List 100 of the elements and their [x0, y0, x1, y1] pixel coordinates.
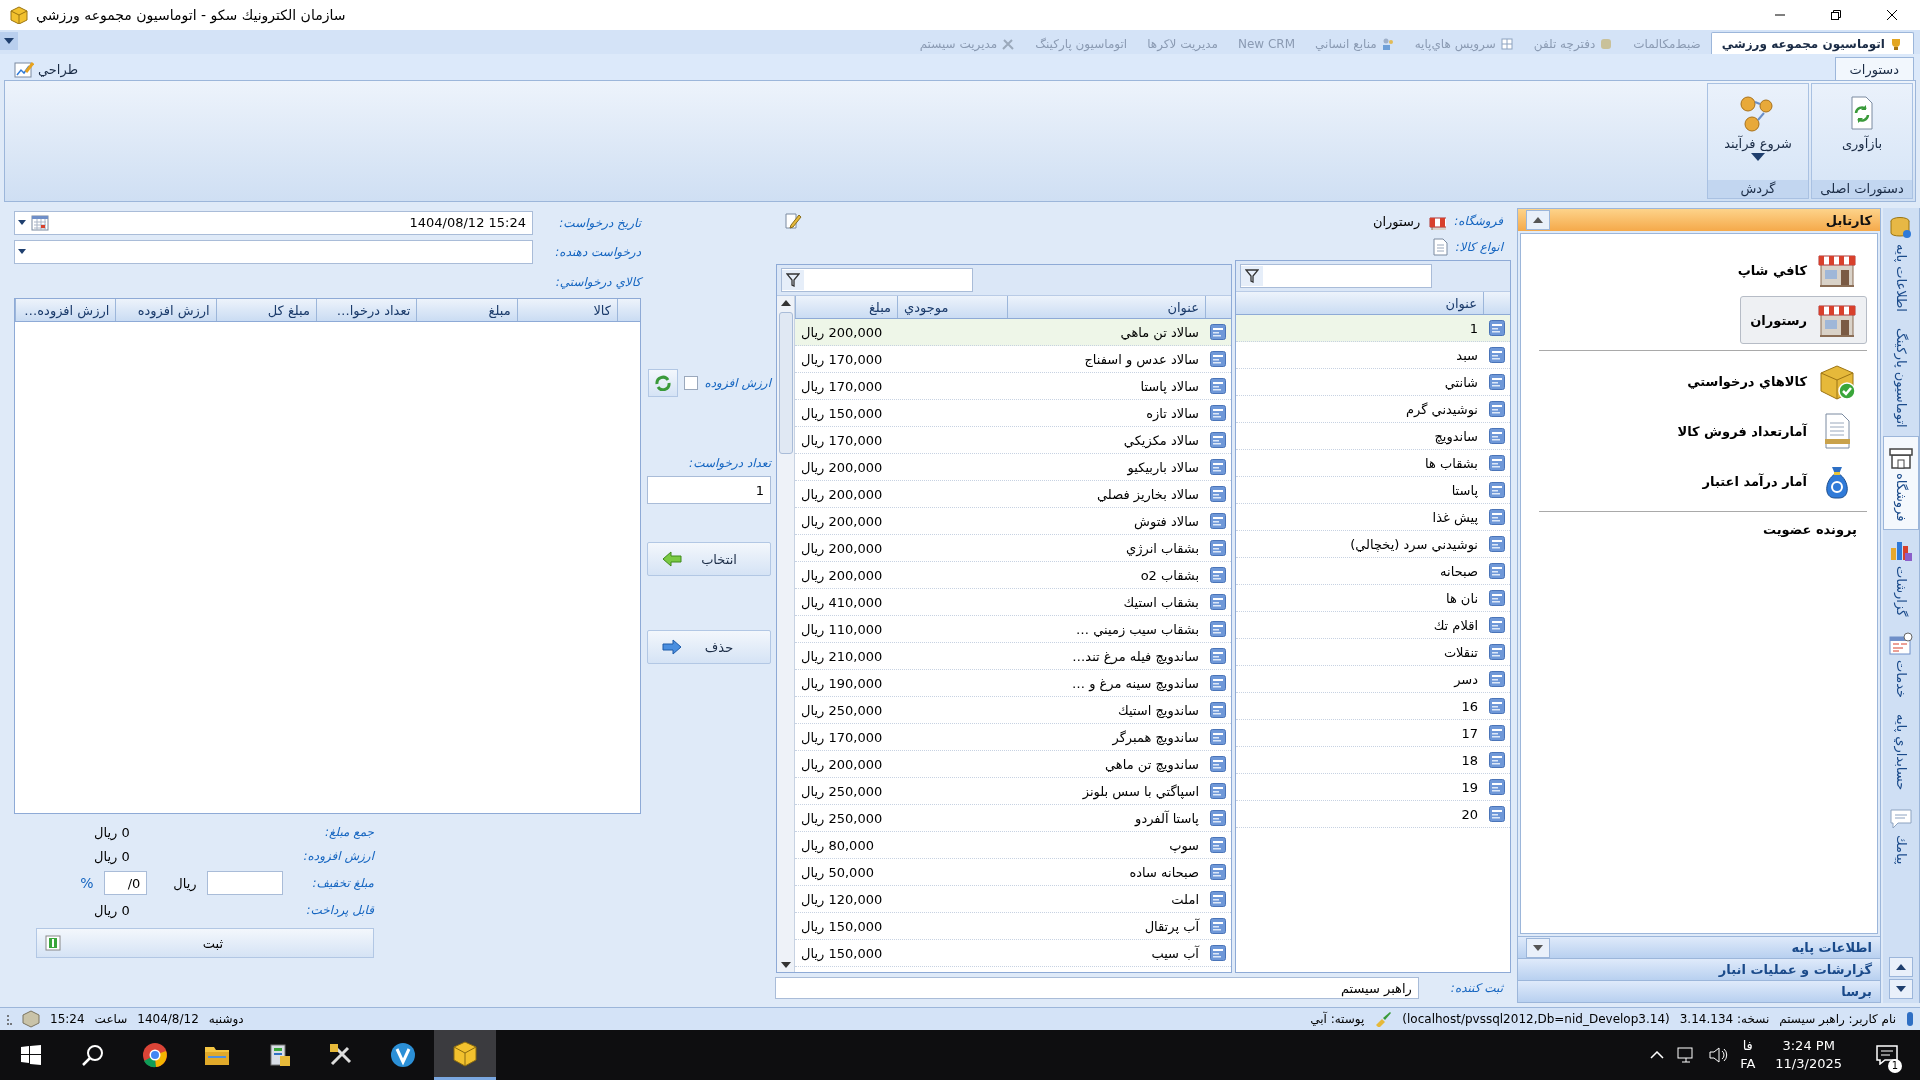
list-row[interactable]: پيش غذا: [1236, 504, 1510, 531]
list-row[interactable]: سالاد عدس و اسفناج 170,000 ريال: [795, 346, 1231, 373]
discount-field[interactable]: [206, 871, 283, 895]
select-button[interactable]: انتخاب: [647, 542, 771, 576]
edit-icon[interactable]: [784, 212, 802, 230]
language-indicator[interactable]: FA: [1740, 1055, 1756, 1073]
list-row[interactable]: 16: [1236, 693, 1510, 720]
list-row[interactable]: نان ها: [1236, 585, 1510, 612]
list-row[interactable]: آب پرتقال 150,000 ريال: [795, 913, 1231, 940]
list-row[interactable]: ساندويچ: [1236, 423, 1510, 450]
list-row[interactable]: دسر: [1236, 666, 1510, 693]
column-header[interactable]: مبلغ كل: [215, 299, 316, 321]
sidebar-item[interactable]: رستوران: [1740, 296, 1867, 344]
list-row[interactable]: پاستا: [1236, 477, 1510, 504]
column-header[interactable]: مبلغ: [416, 299, 517, 321]
submit-button[interactable]: ثبت: [36, 928, 374, 958]
list-row[interactable]: سالاد مكزيكي 170,000 ريال: [795, 427, 1231, 454]
input-method[interactable]: فا: [1742, 1037, 1753, 1055]
chevron-up-icon[interactable]: [1650, 1051, 1665, 1059]
checkbox[interactable]: [684, 376, 699, 390]
column-header[interactable]: عنوان: [1006, 296, 1205, 318]
list-row[interactable]: سالاد پاستا 170,000 ريال: [795, 373, 1231, 400]
list-row[interactable]: آب سيب 150,000 ريال: [795, 940, 1231, 967]
list-row[interactable]: تنقلات: [1236, 639, 1510, 666]
scrollbar[interactable]: [777, 296, 795, 972]
list-row[interactable]: اقلام تك: [1236, 612, 1510, 639]
expand-button[interactable]: [1526, 937, 1550, 958]
browser-icon[interactable]: [142, 1042, 168, 1068]
registrar-field[interactable]: راهبر سيستم: [775, 977, 1419, 999]
percent-field[interactable]: 0/: [103, 871, 148, 895]
count-field[interactable]: 1: [647, 476, 771, 504]
dropdown-icon[interactable]: [4, 38, 14, 44]
close-icon[interactable]: [1886, 9, 1898, 21]
list-row[interactable]: سوپ 80,000 ريال: [795, 832, 1231, 859]
ribbon-tab[interactable]: اتوماسيون مجموعه ورزشي: [1710, 32, 1914, 54]
sidebar-item[interactable]: آمارتعداد فروش كالا: [1667, 407, 1867, 455]
scroll-down-button[interactable]: [1889, 979, 1913, 999]
list-row[interactable]: بشقاب o2 200,000 ريال: [795, 562, 1231, 589]
list-row[interactable]: ساندويچ تن ماهي 200,000 ريال: [795, 751, 1231, 778]
volume-icon[interactable]: [1708, 1046, 1729, 1064]
tools-icon[interactable]: [328, 1042, 354, 1068]
delete-button[interactable]: حذف: [647, 630, 771, 664]
scrollbar-thumb[interactable]: [778, 312, 793, 454]
vertical-tab[interactable]: فروشگاه: [1883, 435, 1919, 531]
column-header[interactable]: موجودي: [897, 296, 1007, 318]
vertical-tab[interactable]: اتوماسيون پاركينگ: [1883, 320, 1919, 436]
list-row[interactable]: پاستا آلفردو 250,000 ريال: [795, 805, 1231, 832]
list-row[interactable]: شانتي: [1236, 369, 1510, 396]
list-row[interactable]: اسپاگتي با سس بلونز 250,000 ريال: [795, 778, 1231, 805]
list-row[interactable]: ساندويچ استيك 250,000 ريال: [795, 697, 1231, 724]
vertical-tab[interactable]: گزارشات: [1883, 530, 1919, 625]
ribbon-button[interactable]: بازآوری: [1820, 92, 1904, 153]
list-row[interactable]: 17: [1236, 720, 1510, 747]
date-field[interactable]: 1404/08/12 15:24: [14, 210, 533, 235]
list-row[interactable]: نوشيدني سرد (يخچالي): [1236, 531, 1510, 558]
sidebar-item[interactable]: پرونده عضويت: [1752, 518, 1867, 541]
column-header[interactable]: تعداد درخوا…: [316, 299, 417, 321]
cube-app-icon[interactable]: [452, 1040, 478, 1067]
column-header[interactable]: ارزش افزوده: [115, 299, 216, 321]
ribbon-subtab[interactable]: دستورات: [1834, 57, 1914, 80]
list-row[interactable]: سبد: [1236, 342, 1510, 369]
vertical-tab[interactable]: اطلاعات پايه: [1883, 208, 1919, 320]
list-row[interactable]: صبحانه: [1236, 558, 1510, 585]
list-row[interactable]: سالاد بخاريز فصلي 200,000 ريال: [795, 481, 1231, 508]
refresh-button[interactable]: [648, 369, 679, 397]
list-row[interactable]: املت 120,000 ريال: [795, 886, 1231, 913]
clock-time[interactable]: 3:24 PM: [1782, 1037, 1835, 1055]
list-row[interactable]: صبحانه ساده 50,000 ريال: [795, 859, 1231, 886]
sidebar-item[interactable]: آمار درآمد اعتبار: [1692, 457, 1867, 505]
windows-start-icon[interactable]: [21, 1045, 41, 1065]
list-row[interactable]: 20: [1236, 801, 1510, 828]
list-row[interactable]: بشقاب سيب زميني … 110,000 ريال: [795, 616, 1231, 643]
list-row[interactable]: 1: [1236, 315, 1510, 342]
list-row[interactable]: بشقاب استيك 410,000 ريال: [795, 589, 1231, 616]
list-row[interactable]: بشقاب انرژي 200,000 ريال: [795, 535, 1231, 562]
v-app-icon[interactable]: [390, 1042, 416, 1068]
list-row[interactable]: 19: [1236, 774, 1510, 801]
section-header[interactable]: برسا: [1841, 984, 1872, 999]
design-button[interactable]: طراحي: [6, 58, 86, 80]
search-icon[interactable]: [81, 1043, 105, 1067]
list-row[interactable]: سالاد تن ماهي 200,000 ريال: [795, 319, 1231, 346]
vertical-tab[interactable]: حسابداري پايه: [1883, 706, 1919, 799]
column-header[interactable]: كالا: [516, 299, 617, 321]
filter-field[interactable]: [781, 268, 973, 292]
restore-icon[interactable]: [1830, 9, 1842, 21]
list-row[interactable]: ساندويچ فيله مرغ تند… 210,000 ريال: [795, 643, 1231, 670]
vertical-tab[interactable]: خدمات: [1883, 624, 1919, 707]
sidebar-item[interactable]: كافي شاپ: [1727, 246, 1867, 294]
list-row[interactable]: ساندويچ سينه مرغ و … 190,000 ريال: [795, 670, 1231, 697]
list-row[interactable]: سالاد تازه 150,000 ريال: [795, 400, 1231, 427]
list-row[interactable]: 18: [1236, 747, 1510, 774]
column-header[interactable]: ارزش افزوده…: [15, 299, 116, 321]
list-row[interactable]: سالاد فتوش 200,000 ريال: [795, 508, 1231, 535]
vertical-tab[interactable]: پيامك: [1883, 798, 1919, 873]
section-header[interactable]: اطلاعات پايه: [1791, 940, 1872, 955]
ribbon-button[interactable]: شروع فرآيند: [1716, 92, 1800, 163]
sidebar-item[interactable]: كالاهاي درخواستي: [1677, 357, 1867, 405]
list-row[interactable]: بشقاب ها: [1236, 450, 1510, 477]
list-row[interactable]: ساندويچ همبرگر 170,000 ريال: [795, 724, 1231, 751]
scroll-up-button[interactable]: [1889, 957, 1913, 977]
